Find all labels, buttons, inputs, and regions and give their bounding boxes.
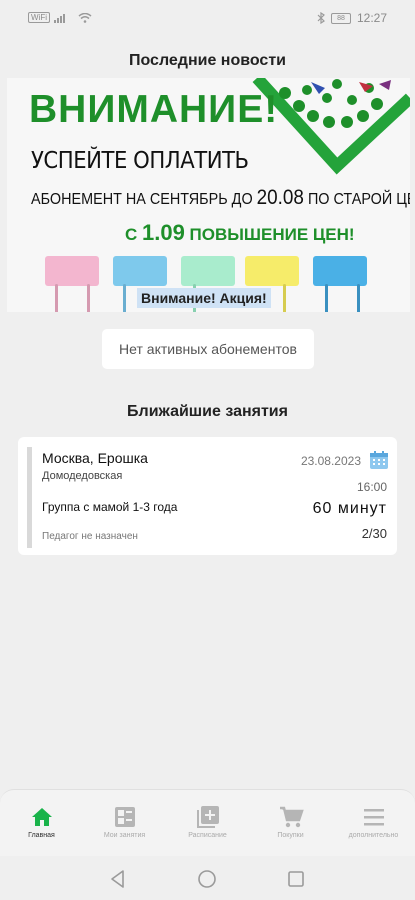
sign-blue bbox=[113, 256, 167, 286]
menu-icon bbox=[363, 809, 384, 826]
calendar-icon[interactable] bbox=[369, 450, 389, 470]
nav-home[interactable]: Главная bbox=[0, 790, 83, 856]
wifi-icon bbox=[78, 12, 92, 23]
sign-leg bbox=[87, 284, 90, 312]
nav-purchases-label: Покупки bbox=[277, 832, 304, 839]
lesson-duration: 60 минут bbox=[312, 500, 387, 517]
network-chip: WiFi bbox=[28, 12, 50, 23]
recents-icon[interactable] bbox=[285, 868, 307, 890]
back-icon[interactable] bbox=[107, 868, 129, 890]
home-icon bbox=[31, 808, 52, 826]
status-bar: WiFi 88 12:27 bbox=[0, 0, 415, 36]
lesson-metro: Домодедовская bbox=[42, 470, 123, 482]
cart-icon bbox=[279, 806, 304, 828]
sign-blue-2 bbox=[313, 256, 367, 286]
nav-home-label: Главная bbox=[28, 832, 55, 839]
signal-icon bbox=[54, 13, 65, 23]
banner-line-2-c: ПО СТАРОЙ ЦЕНЕ bbox=[307, 191, 410, 208]
clock: 12:27 bbox=[356, 11, 387, 25]
banner-line-2-date: 20.08 bbox=[256, 186, 304, 209]
lesson-card-accent bbox=[27, 447, 32, 548]
banner-line-3-a: С bbox=[125, 225, 142, 244]
news-title: Последние новости bbox=[128, 52, 286, 69]
banner-line-2: АБОНЕМЕНТ НА СЕНТЯБРЬ ДО 20.08 ПО СТАРОЙ… bbox=[31, 186, 410, 210]
sign-mint bbox=[181, 256, 235, 286]
no-subscriptions-card: Нет активных абонементов bbox=[102, 329, 314, 369]
battery-icon: 88 bbox=[330, 12, 351, 24]
lesson-date: 23.08.2023 bbox=[300, 454, 361, 468]
upcoming-title: Ближайшие занятия bbox=[127, 403, 288, 420]
system-nav-bar bbox=[0, 856, 415, 900]
banner-line-3-date: 1.09 bbox=[142, 220, 185, 245]
news-banner[interactable]: ВНИМАНИЕ! УСПЕЙТЕ ОПЛАТИТЬ АБОНЕМЕНТ НА … bbox=[7, 78, 410, 312]
banner-line-3: С 1.09 ПОВЫШЕНИЕ ЦЕН! bbox=[125, 220, 355, 246]
sign-pink bbox=[45, 256, 99, 286]
nav-purchases[interactable]: Покупки bbox=[249, 790, 332, 856]
nav-my-lessons[interactable]: Мои занятия bbox=[83, 790, 166, 856]
home-circle-icon[interactable] bbox=[196, 868, 218, 890]
nav-schedule-label: Расписание bbox=[188, 832, 227, 839]
banner-headline: ВНИМАНИЕ! bbox=[29, 88, 279, 131]
sign-leg bbox=[283, 284, 286, 312]
nav-more[interactable]: дополнительно bbox=[332, 790, 415, 856]
sign-leg bbox=[325, 284, 328, 312]
sign-yellow bbox=[245, 256, 299, 286]
banner-line-3-c: ПОВЫШЕНИЕ ЦЕН! bbox=[184, 225, 355, 244]
banner-line-2-a: АБОНЕМЕНТ НА СЕНТЯБРЬ ДО bbox=[31, 191, 257, 208]
status-left: WiFi bbox=[28, 12, 92, 23]
sign-leg bbox=[357, 284, 360, 312]
grid-icon bbox=[114, 807, 135, 827]
lesson-group: Группа с мамой 1-3 года bbox=[42, 500, 178, 514]
sign-leg bbox=[55, 284, 58, 312]
lesson-place: Москва, Ерошка bbox=[42, 450, 148, 466]
sign-leg bbox=[123, 284, 126, 312]
lesson-card[interactable]: Москва, Ерошка Домодедовская Группа с ма… bbox=[18, 437, 397, 555]
lesson-teacher: Педагог не назначен bbox=[42, 531, 138, 542]
lesson-time: 16:00 bbox=[356, 480, 387, 494]
add-box-icon bbox=[196, 806, 219, 828]
nav-my-lessons-label: Мои занятия bbox=[103, 832, 146, 839]
bottom-nav: Главная Мои занятия Расписание Покупки д… bbox=[0, 789, 415, 856]
status-right: 88 12:27 bbox=[317, 11, 387, 25]
banner-tag: Внимание! Акция! bbox=[137, 288, 271, 308]
banner-line-1: УСПЕЙТЕ ОПЛАТИТЬ bbox=[31, 148, 249, 174]
nav-more-label: дополнительно bbox=[348, 832, 399, 839]
lesson-attendance: 2/30 bbox=[361, 526, 387, 541]
nav-schedule[interactable]: Расписание bbox=[166, 790, 249, 856]
bluetooth-icon bbox=[317, 12, 325, 24]
